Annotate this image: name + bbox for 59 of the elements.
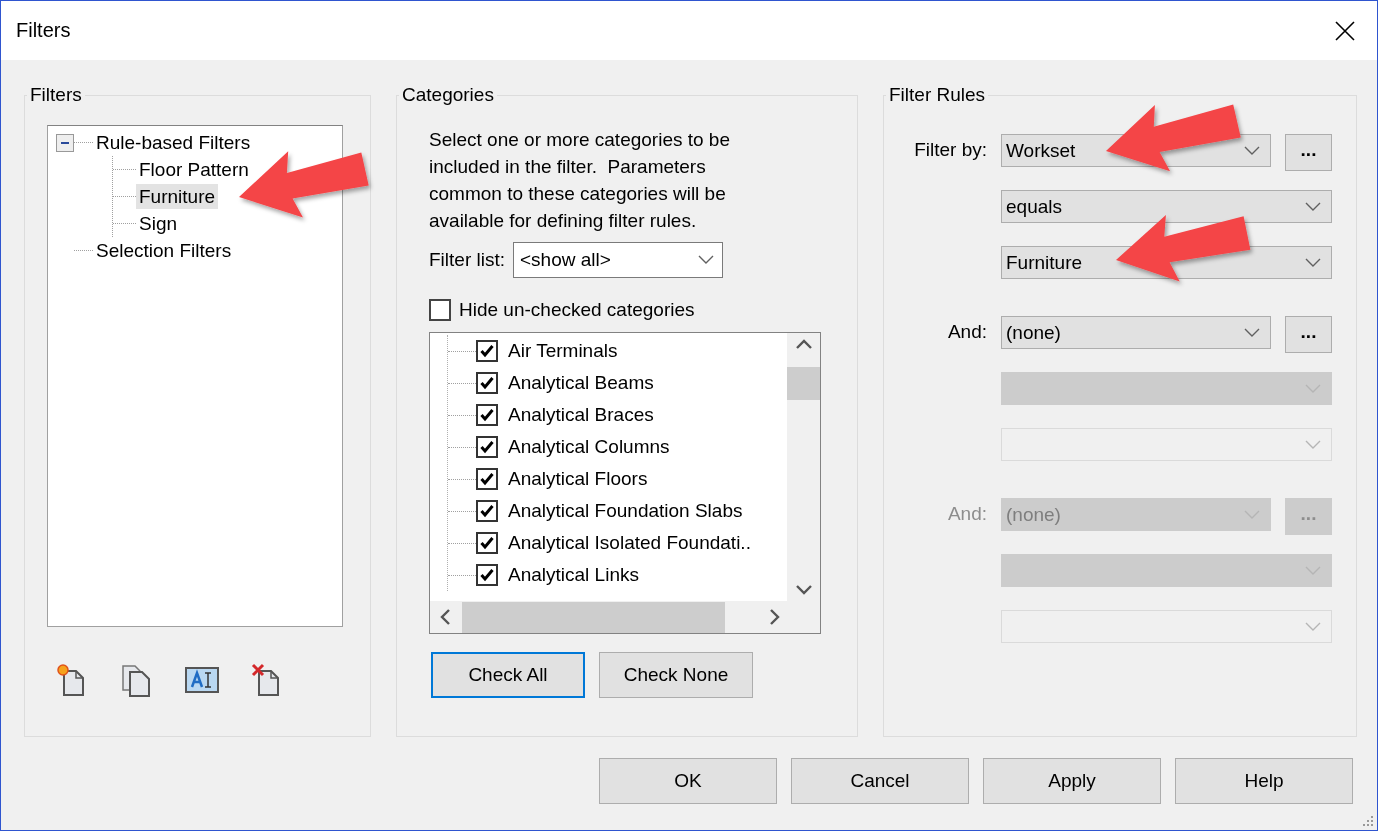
list-item[interactable]: Analytical Columns — [508, 436, 670, 458]
list-item[interactable]: Analytical Beams — [508, 372, 654, 394]
list-item[interactable]: Analytical Foundation Slabs — [508, 500, 743, 522]
chevron-down-icon — [1305, 257, 1321, 268]
list-item[interactable]: Air Terminals — [508, 340, 618, 362]
checkbox[interactable] — [476, 500, 498, 522]
tree-item[interactable]: Floor Pattern — [136, 157, 252, 182]
dialog-button[interactable]: Cancel — [791, 758, 969, 804]
resize-grip-icon[interactable] — [1362, 815, 1374, 827]
tree-item[interactable]: Rule-based Filters — [93, 130, 254, 155]
checkbox[interactable] — [476, 532, 498, 554]
chevron-down-icon — [698, 255, 714, 265]
dialog-button[interactable]: Apply — [983, 758, 1161, 804]
chevron-down-icon — [1305, 621, 1321, 632]
scrollbar-thumb[interactable] — [787, 367, 820, 400]
tree-item[interactable]: Selection Filters — [93, 238, 235, 263]
chevron-down-icon — [1244, 327, 1260, 338]
checkbox[interactable] — [429, 299, 451, 321]
list-item[interactable]: Analytical Links — [508, 564, 639, 586]
check-button[interactable]: Check All — [431, 652, 585, 698]
collapse-icon[interactable] — [56, 133, 74, 152]
close-icon[interactable] — [1335, 20, 1355, 41]
rule-label: Filter by: — [913, 138, 987, 161]
checkbox[interactable] — [476, 340, 498, 362]
rule-label: And: — [946, 502, 987, 525]
rule-label: And: — [946, 320, 987, 343]
checkbox[interactable] — [476, 468, 498, 490]
dropdown[interactable]: (none) — [1001, 316, 1271, 349]
scroll-left-icon[interactable] — [440, 609, 450, 625]
dropdown[interactable]: equals — [1001, 190, 1332, 223]
list-item[interactable]: Analytical Isolated Foundati.. — [508, 532, 751, 554]
checkbox[interactable] — [476, 564, 498, 586]
group-title: Categories — [401, 84, 495, 106]
scroll-down-icon[interactable] — [795, 585, 812, 595]
chevron-down-icon — [1305, 201, 1321, 212]
filter-list-dropdown[interactable]: <show all> — [513, 242, 723, 278]
window-title: Filters — [16, 19, 71, 42]
dialog-button[interactable]: Help — [1175, 758, 1353, 804]
browse-button[interactable]: ... — [1285, 316, 1332, 353]
chevron-down-icon — [1244, 145, 1260, 156]
scrollbar-thumb[interactable] — [462, 601, 725, 633]
description-text: Select one or more categories to be included in the filter. Parameters common to these categories will be available for defining filter rules. — [429, 128, 731, 233]
scroll-right-icon[interactable] — [770, 609, 780, 625]
checkbox[interactable] — [476, 372, 498, 394]
check-button[interactable]: Check None — [599, 652, 753, 698]
browse-button[interactable]: ... — [1285, 134, 1332, 171]
tree-item[interactable]: Furniture — [136, 184, 219, 209]
group-title: Filter Rules — [888, 84, 987, 106]
chevron-down-icon — [1305, 439, 1321, 450]
checkbox[interactable] — [476, 404, 498, 426]
group-title: Filters — [29, 84, 83, 106]
checkbox[interactable] — [476, 436, 498, 458]
dialog-button[interactable]: OK — [599, 758, 777, 804]
list-item[interactable]: Analytical Floors — [508, 468, 648, 490]
checkbox-label: Hide un-checked categories — [459, 299, 695, 321]
field-label: Filter list: — [429, 249, 505, 271]
scroll-up-icon[interactable] — [795, 339, 812, 349]
list-item[interactable]: Analytical Braces — [508, 404, 654, 426]
tree-item[interactable]: Sign — [136, 211, 181, 236]
